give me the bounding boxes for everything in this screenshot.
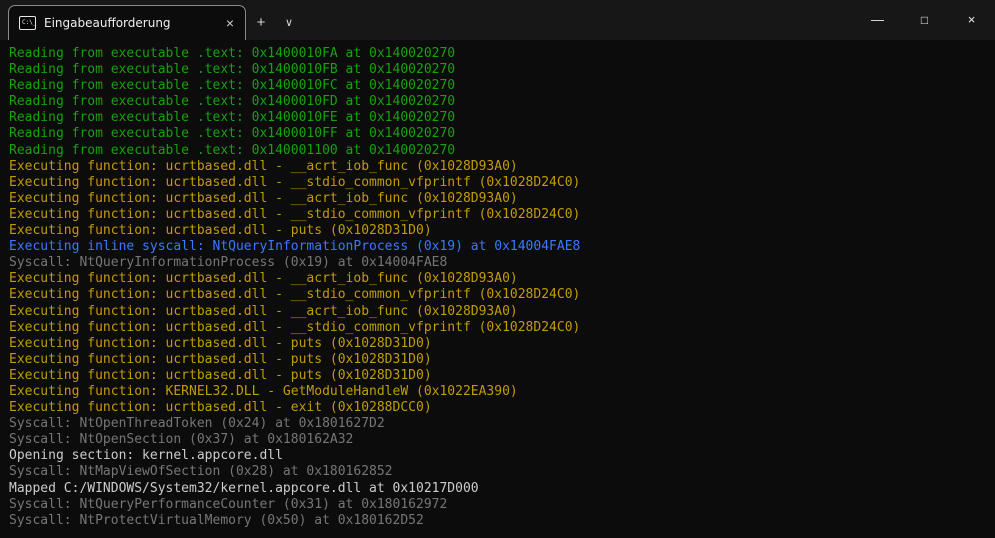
close-button[interactable]: × bbox=[948, 0, 995, 40]
terminal-line: Reading from executable .text: 0x1400010… bbox=[9, 46, 995, 62]
minimize-button[interactable]: — bbox=[854, 0, 901, 40]
terminal-line: Executing function: ucrtbased.dll - puts… bbox=[9, 336, 995, 352]
terminal-line: Syscall: NtQueryPerformanceCounter (0x31… bbox=[9, 497, 995, 513]
terminal-line: Executing function: ucrtbased.dll - __st… bbox=[9, 287, 995, 303]
terminal-line: Reading from executable .text: 0x1400010… bbox=[9, 94, 995, 110]
terminal-line: Mapped C:/WINDOWS/System32/kernel.appcor… bbox=[9, 481, 995, 497]
terminal-line: Reading from executable .text: 0x1400010… bbox=[9, 110, 995, 126]
terminal-line: Syscall: NtQueryInformationProcess (0x19… bbox=[9, 255, 995, 271]
terminal-line: Executing inline syscall: NtQueryInforma… bbox=[9, 239, 995, 255]
terminal-line: Executing function: ucrtbased.dll - puts… bbox=[9, 352, 995, 368]
terminal-line: Executing function: ucrtbased.dll - puts… bbox=[9, 368, 995, 384]
terminal-line: Reading from executable .text: 0x1400011… bbox=[9, 143, 995, 159]
terminal-line: Executing function: ucrtbased.dll - puts… bbox=[9, 223, 995, 239]
tab-dropdown-chevron-icon[interactable]: ∨ bbox=[276, 5, 302, 40]
terminal-line: Executing function: KERNEL32.DLL - GetMo… bbox=[9, 384, 995, 400]
terminal-line: Executing function: ucrtbased.dll - __st… bbox=[9, 175, 995, 191]
terminal-line: Executing function: ucrtbased.dll - __st… bbox=[9, 207, 995, 223]
terminal-line: Syscall: NtOpenSection (0x37) at 0x18016… bbox=[9, 432, 995, 448]
new-tab-button[interactable]: + bbox=[246, 5, 276, 40]
titlebar: C:\_ Eingabeaufforderung × + ∨ — □ × bbox=[0, 0, 995, 40]
cmd-icon: C:\_ bbox=[19, 16, 36, 30]
terminal-line: Opening section: kernel.appcore.dll bbox=[9, 448, 995, 464]
maximize-button[interactable]: □ bbox=[901, 0, 948, 40]
terminal-line: Reading from executable .text: 0x1400010… bbox=[9, 126, 995, 142]
terminal-window: C:\_ Eingabeaufforderung × + ∨ — □ × Rea… bbox=[0, 0, 995, 538]
terminal-output[interactable]: Reading from executable .text: 0x1400010… bbox=[0, 40, 995, 538]
terminal-line: Executing function: ucrtbased.dll - __st… bbox=[9, 320, 995, 336]
tab-close-icon[interactable]: × bbox=[221, 15, 239, 31]
terminal-line: Syscall: NtProtectVirtualMemory (0x50) a… bbox=[9, 513, 995, 529]
terminal-line: Reading from executable .text: 0x1400010… bbox=[9, 78, 995, 94]
terminal-line: Reading from executable .text: 0x1400010… bbox=[9, 62, 995, 78]
terminal-line: Executing function: ucrtbased.dll - __ac… bbox=[9, 304, 995, 320]
terminal-line: Executing function: ucrtbased.dll - exit… bbox=[9, 400, 995, 416]
tab-eingabeaufforderung[interactable]: C:\_ Eingabeaufforderung × bbox=[8, 5, 246, 40]
terminal-line: Syscall: NtMapViewOfSection (0x28) at 0x… bbox=[9, 464, 995, 480]
terminal-line: Syscall: NtOpenThreadToken (0x24) at 0x1… bbox=[9, 416, 995, 432]
terminal-line: Executing function: ucrtbased.dll - __ac… bbox=[9, 271, 995, 287]
tab-title: Eingabeaufforderung bbox=[44, 16, 213, 30]
window-controls: — □ × bbox=[854, 0, 995, 40]
terminal-line: Executing function: ucrtbased.dll - __ac… bbox=[9, 191, 995, 207]
terminal-line: Executing function: ucrtbased.dll - __ac… bbox=[9, 159, 995, 175]
